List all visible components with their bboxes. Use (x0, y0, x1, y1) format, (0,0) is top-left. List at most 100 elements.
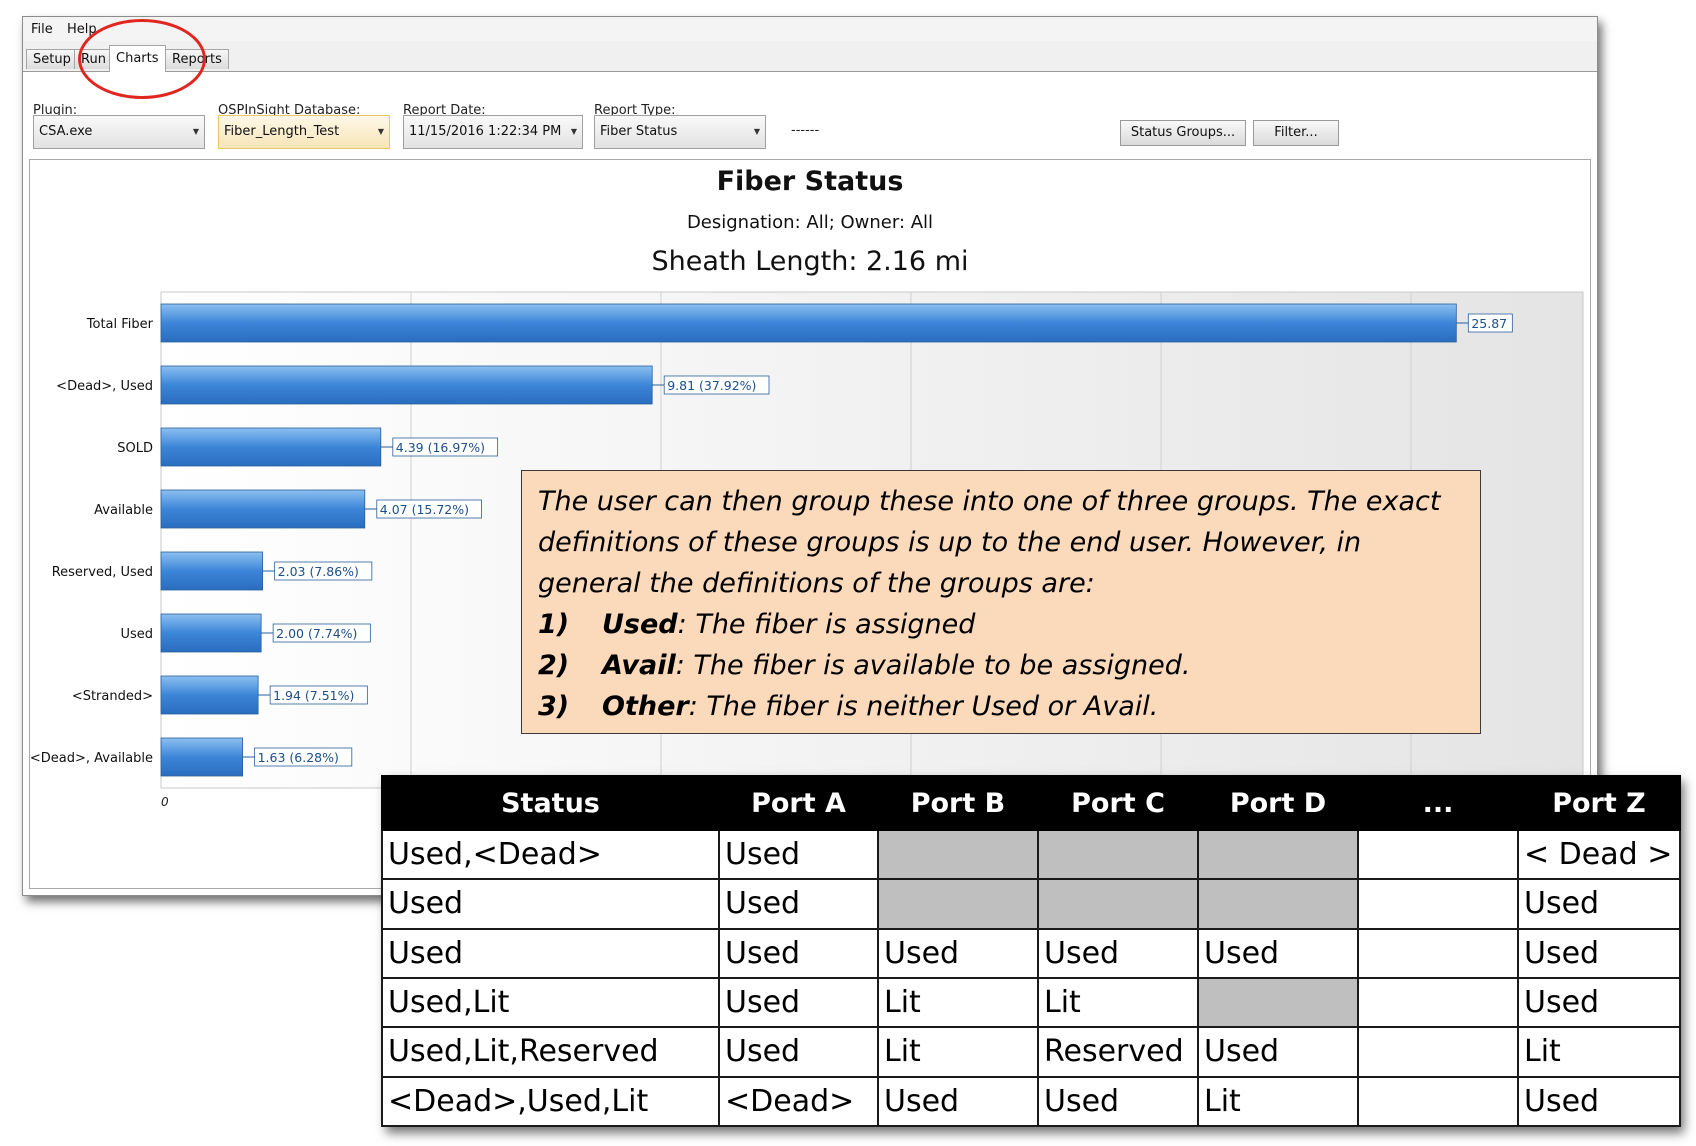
table-cell: Lit (1037, 976, 1199, 1029)
table-cell: Used,Lit (381, 976, 720, 1029)
table-cell: Lit (1517, 1026, 1681, 1078)
column-header: ... (1357, 775, 1519, 831)
chevron-down-icon: ▼ (753, 127, 760, 136)
table-cell: <Dead> (718, 1075, 879, 1128)
column-header: Port C (1037, 775, 1199, 831)
table-cell: Used (877, 927, 1039, 979)
table-cell: Used (1037, 927, 1199, 979)
app-window: File Help Setup Run Charts Reports Plugi… (22, 16, 1598, 896)
table-row: Used,Lit Used Lit Lit Used (381, 976, 1681, 1029)
table-cell: Used (718, 1026, 879, 1078)
category-label: SOLD (117, 441, 153, 456)
bar (160, 551, 264, 591)
category-label: Available (94, 503, 153, 518)
bar (160, 365, 653, 405)
data-label: 2.00 (7.74%) (276, 626, 357, 641)
chevron-down-icon: ▼ (192, 127, 199, 136)
empty-cell (1197, 976, 1359, 1029)
chevron-down-icon: ▼ (570, 127, 577, 136)
table-row: Used,Lit,Reserved Used Lit Reserved Used Lit (381, 1026, 1681, 1078)
status-table: Status Port A Port B Port C Port D... Port Z … (381, 775, 1681, 1128)
category-label: Reserved, Used (52, 565, 153, 580)
table-cell: <Dead>,Used,Lit (381, 1075, 720, 1128)
chevron-down-icon: ▼ (377, 127, 384, 136)
data-label: 1.63 (6.28%) (258, 750, 339, 765)
table-cell: Reserved (1037, 1026, 1199, 1078)
empty-cell (877, 828, 1039, 881)
table-cell: Used (718, 927, 879, 979)
table-cell: Used (381, 927, 720, 979)
table-cell: Used (718, 878, 879, 930)
table-cell: Used (1037, 1075, 1199, 1128)
status-table-panel: Status Port A Port B Port C Port D... Port Z … (381, 775, 1681, 1128)
table-cell: Used (1197, 1026, 1359, 1078)
category-label: Used (120, 627, 153, 642)
empty-cell (1197, 878, 1359, 930)
table-cell: Used,Lit,Reserved (381, 1026, 720, 1078)
data-label: 4.39 (16.97%) (396, 440, 485, 455)
bar (160, 303, 1457, 343)
plugin-select[interactable]: CSA.exe ▼ (33, 115, 205, 149)
table-cell: Lit (877, 1026, 1039, 1078)
report-date-select[interactable]: 11/15/2016 1:22:34 PM ▼ (403, 115, 583, 149)
data-label: 1.94 (7.51%) (273, 688, 354, 703)
table-cell: Used (1517, 976, 1681, 1029)
table-cell: < Dead > (1517, 828, 1681, 881)
callout-item-avail: 2) Avail: The fiber is available to be as… (538, 650, 1191, 681)
table-cell: Used (718, 976, 879, 1029)
empty-cell (1037, 828, 1199, 881)
bar (160, 675, 259, 715)
status-dashes: ------ (791, 123, 820, 138)
plugin-select-value: CSA.exe (39, 124, 93, 139)
data-label: 25.87 (1471, 316, 1507, 331)
empty-cell (877, 878, 1039, 930)
table-cell: Used (1517, 878, 1681, 930)
bar (160, 613, 262, 653)
callout-item-used: 1) Used: The fiber is assigned (538, 609, 976, 640)
table-cell: Used,<Dead> (381, 828, 720, 881)
column-header: Port A (718, 775, 879, 831)
table-cell (1357, 1075, 1519, 1128)
column-header: Port D (1197, 775, 1359, 831)
bar (160, 737, 244, 777)
filter-button[interactable]: Filter... (1253, 120, 1339, 146)
table-row: Used Used Used Used Used Used (381, 927, 1681, 979)
table-cell (1357, 878, 1519, 930)
status-groups-button[interactable]: Status Groups... (1120, 120, 1246, 146)
table-cell: Used (1517, 927, 1681, 979)
menu-file[interactable]: File (31, 22, 53, 37)
report-type-select[interactable]: Fiber Status ▼ (594, 115, 766, 149)
groups-callout: The user can then group these into one o… (521, 470, 1481, 734)
data-label: 4.07 (15.72%) (380, 502, 469, 517)
data-label: 2.03 (7.86%) (278, 564, 359, 579)
database-select-value: Fiber_Length_Test (224, 124, 340, 139)
report-type-select-value: Fiber Status (600, 124, 678, 139)
category-label: <Dead>, Available (30, 751, 153, 766)
table-cell (1357, 828, 1519, 881)
table-cell: Used (718, 828, 879, 881)
table-row: <Dead>,Used,Lit <Dead> Used Used Lit Used (381, 1075, 1681, 1128)
table-cell: Used (1517, 1075, 1681, 1128)
tab-setup[interactable]: Setup (26, 49, 78, 69)
table-row: Used,<Dead> Used < Dead > (381, 828, 1681, 881)
bar (160, 489, 366, 529)
category-label: Total Fiber (86, 317, 154, 332)
data-label: 9.81 (37.92%) (667, 378, 756, 393)
table-cell: Used (381, 878, 720, 930)
table-cell (1357, 976, 1519, 1029)
table-cell: Lit (877, 976, 1039, 1029)
table-cell (1357, 927, 1519, 979)
table-cell: Used (877, 1075, 1039, 1128)
category-label: <Stranded> (72, 689, 153, 704)
callout-item-other: 3) Other: The fiber is neither Used or Av… (538, 691, 1159, 722)
column-header: Port Z (1517, 775, 1681, 831)
callout-intro: The user can then group these into one o… (538, 486, 1441, 599)
report-date-select-value: 11/15/2016 1:22:34 PM (409, 124, 562, 139)
database-select[interactable]: Fiber_Length_Test ▼ (218, 115, 390, 149)
charts-tab-highlight-circle (78, 19, 206, 99)
empty-cell (1037, 878, 1199, 930)
category-label: <Dead>, Used (56, 379, 153, 394)
table-cell: Used (1197, 927, 1359, 979)
table-cell: Lit (1197, 1075, 1359, 1128)
column-header: Port B (877, 775, 1039, 831)
